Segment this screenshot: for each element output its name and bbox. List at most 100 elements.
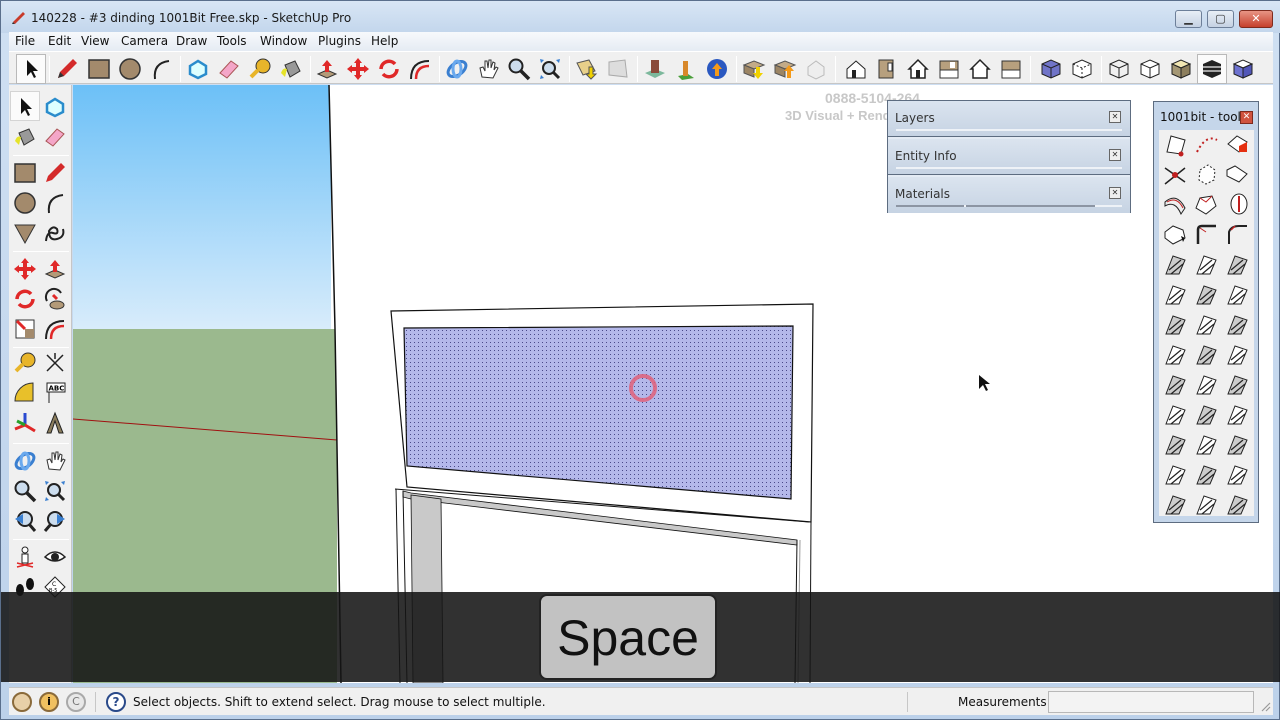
axes-icon[interactable] bbox=[13, 411, 37, 435]
rotate-icon[interactable] bbox=[377, 57, 401, 81]
hidden-line-icon[interactable] bbox=[1138, 57, 1162, 81]
1001bit-tool-icon-5[interactable] bbox=[1194, 162, 1220, 188]
1001bit-tool-icon-7[interactable] bbox=[1163, 192, 1189, 218]
menu-window[interactable]: Window bbox=[260, 34, 307, 48]
1001bit-tool-icon-21[interactable] bbox=[1225, 312, 1251, 338]
menu-view[interactable]: View bbox=[81, 34, 109, 48]
push-pull-icon[interactable] bbox=[43, 257, 67, 281]
help-icon[interactable]: ? bbox=[106, 692, 126, 712]
1001bit-tool-icon-32[interactable] bbox=[1194, 432, 1220, 458]
shaded-icon[interactable] bbox=[1169, 57, 1193, 81]
iso-view-icon[interactable] bbox=[844, 57, 868, 81]
1001bit-tool-icon-36[interactable] bbox=[1225, 462, 1251, 488]
1001bit-tool-icon-6[interactable] bbox=[1225, 162, 1251, 188]
1001bit-tool-icon-24[interactable] bbox=[1225, 342, 1251, 368]
orbit-icon[interactable] bbox=[13, 449, 37, 473]
zoom-window-icon[interactable] bbox=[43, 479, 67, 503]
1001bit-tool-icon-23[interactable] bbox=[1194, 342, 1220, 368]
1001bit-tool-icon-8[interactable] bbox=[1194, 192, 1220, 218]
1001bit-tool-icon-4[interactable] bbox=[1163, 162, 1189, 188]
circle-icon[interactable] bbox=[13, 191, 37, 215]
1001bit-tool-icon-38[interactable] bbox=[1194, 492, 1220, 518]
top-view-icon[interactable] bbox=[875, 57, 899, 81]
1001bit-tool-icon-37[interactable] bbox=[1163, 492, 1189, 518]
menu-tools[interactable]: Tools bbox=[217, 34, 247, 48]
1001bit-tool-icon-35[interactable] bbox=[1194, 462, 1220, 488]
close-icon[interactable]: ✕ bbox=[1109, 149, 1121, 161]
scale-icon[interactable] bbox=[13, 317, 37, 341]
rectangle-icon[interactable] bbox=[13, 161, 37, 185]
preview-google-earth-icon[interactable] bbox=[705, 57, 729, 81]
1001bit-tool-icon-20[interactable] bbox=[1194, 312, 1220, 338]
menu-plugins[interactable]: Plugins bbox=[318, 34, 361, 48]
1001bit-tool-icon-25[interactable] bbox=[1163, 372, 1189, 398]
1001bit-tool-icon-3[interactable] bbox=[1225, 132, 1251, 158]
dimension-icon[interactable] bbox=[43, 351, 67, 375]
1001bit-tool-icon-34[interactable] bbox=[1163, 462, 1189, 488]
geo-location-icon[interactable] bbox=[12, 692, 32, 712]
menu-help[interactable]: Help bbox=[371, 34, 398, 48]
1001bit-tool-icon-22[interactable] bbox=[1163, 342, 1189, 368]
menu-file[interactable]: File bbox=[15, 34, 35, 48]
offset-icon[interactable] bbox=[43, 317, 67, 341]
select-icon[interactable] bbox=[19, 57, 43, 81]
pan-icon[interactable] bbox=[476, 57, 500, 81]
eraser-icon[interactable] bbox=[43, 125, 67, 149]
tape-measure-icon[interactable] bbox=[13, 351, 37, 375]
arc-icon[interactable] bbox=[43, 191, 67, 215]
look-around-icon[interactable] bbox=[43, 545, 67, 569]
follow-me-icon[interactable] bbox=[43, 287, 67, 311]
move-icon[interactable] bbox=[13, 257, 37, 281]
1001bit-tool-icon-14[interactable] bbox=[1194, 252, 1220, 278]
circle-icon[interactable] bbox=[118, 57, 142, 81]
1001bit-tool-icon-19[interactable] bbox=[1163, 312, 1189, 338]
tray-panel-layers[interactable]: Layers ✕ bbox=[888, 101, 1130, 137]
toggle-terrain-icon[interactable] bbox=[606, 57, 630, 81]
line-icon[interactable] bbox=[43, 161, 67, 185]
eraser-icon[interactable] bbox=[217, 57, 241, 81]
1001bit-tool-icon-9[interactable] bbox=[1225, 192, 1251, 218]
rectangle-icon[interactable] bbox=[87, 57, 111, 81]
rotate-icon[interactable] bbox=[13, 287, 37, 311]
close-icon[interactable]: ✕ bbox=[1109, 111, 1121, 123]
position-camera-icon[interactable] bbox=[13, 545, 37, 569]
offset-icon[interactable] bbox=[408, 57, 432, 81]
photo-textures-icon[interactable] bbox=[643, 57, 667, 81]
paint-bucket-icon[interactable] bbox=[279, 57, 303, 81]
close-button[interactable]: ✕ bbox=[1239, 10, 1273, 28]
close-icon[interactable]: ✕ bbox=[1240, 111, 1253, 124]
back-view-icon[interactable] bbox=[968, 57, 992, 81]
1001bit-tool-icon-26[interactable] bbox=[1194, 372, 1220, 398]
back-edges-icon[interactable] bbox=[1070, 57, 1094, 81]
3d-text-icon[interactable] bbox=[43, 411, 67, 435]
1001bit-tool-icon-29[interactable] bbox=[1194, 402, 1220, 428]
text-icon[interactable]: ABC bbox=[43, 381, 67, 405]
share-model-icon[interactable] bbox=[773, 57, 797, 81]
protractor-icon[interactable] bbox=[13, 381, 37, 405]
tray-panel-entity-info[interactable]: Entity Info ✕ bbox=[888, 139, 1130, 175]
add-building-icon[interactable] bbox=[674, 57, 698, 81]
resize-grip-icon[interactable] bbox=[1259, 700, 1271, 712]
1001bit-tool-icon-11[interactable] bbox=[1194, 222, 1220, 248]
menu-edit[interactable]: Edit bbox=[48, 34, 71, 48]
share-component-icon[interactable] bbox=[804, 57, 828, 81]
tray-panel-materials[interactable]: Materials ✕ bbox=[888, 177, 1130, 213]
next-view-icon[interactable] bbox=[43, 509, 67, 533]
user-account-icon[interactable]: C bbox=[66, 692, 86, 712]
polygon-icon[interactable] bbox=[13, 221, 37, 245]
select-icon[interactable] bbox=[13, 95, 37, 119]
wireframe-icon[interactable] bbox=[1107, 57, 1131, 81]
measurements-input[interactable] bbox=[1048, 691, 1254, 713]
left-view-icon[interactable] bbox=[999, 57, 1023, 81]
1001bit-tool-icon-27[interactable] bbox=[1225, 372, 1251, 398]
1001bit-tool-icon-15[interactable] bbox=[1225, 252, 1251, 278]
close-icon[interactable]: ✕ bbox=[1109, 187, 1121, 199]
previous-view-icon[interactable] bbox=[13, 509, 37, 533]
make-component-icon[interactable] bbox=[186, 57, 210, 81]
freehand-icon[interactable] bbox=[43, 221, 67, 245]
zoom-icon[interactable] bbox=[507, 57, 531, 81]
1001bit-tool-icon-12[interactable] bbox=[1225, 222, 1251, 248]
1001bit-tool-icon-13[interactable] bbox=[1163, 252, 1189, 278]
pan-icon[interactable] bbox=[43, 449, 67, 473]
1001bit-tool-icon-17[interactable] bbox=[1194, 282, 1220, 308]
